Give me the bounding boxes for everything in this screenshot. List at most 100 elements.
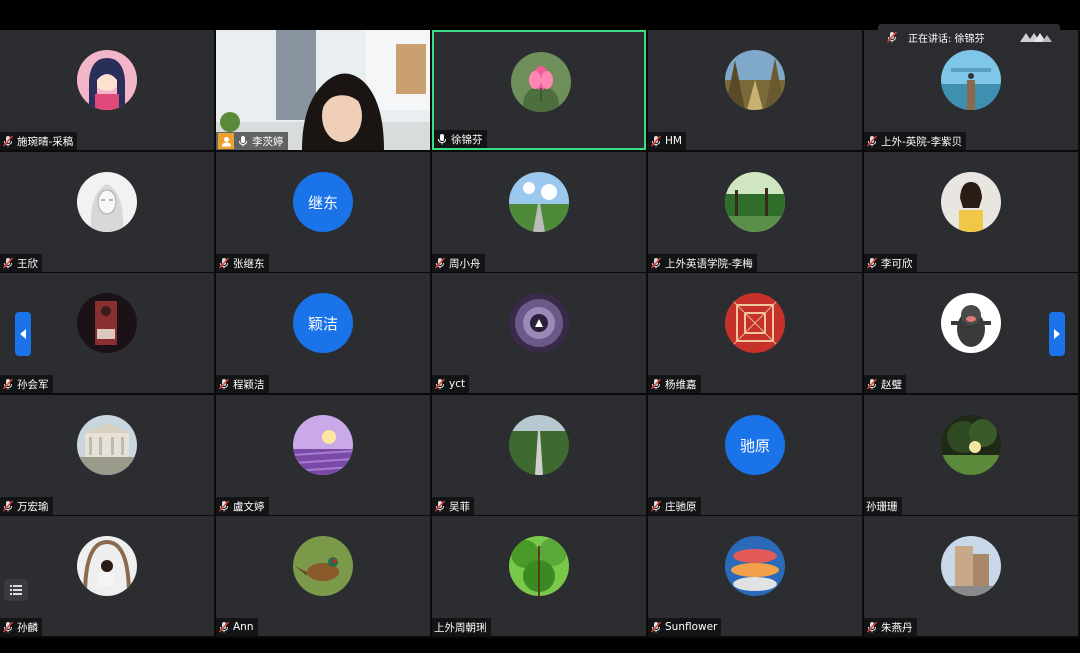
participant-tile[interactable]: 上外周朝琍: [432, 516, 646, 636]
avatar: [941, 536, 1001, 596]
name-tag: 张继东: [216, 254, 269, 272]
participant-name: 万宏瑜: [17, 500, 49, 513]
participant-tile[interactable]: 上外英语学院-李梅: [648, 152, 862, 272]
participant-name: 李可欣: [881, 257, 913, 270]
participant-name: HM: [665, 135, 682, 147]
participant-tile[interactable]: 朱燕丹: [864, 516, 1078, 636]
avatar: [77, 415, 137, 475]
participant-tile[interactable]: Sunflower: [648, 516, 862, 636]
avatar: [511, 52, 571, 112]
participant-name: 孙麟: [17, 621, 38, 634]
participant-name: 赵璧: [881, 378, 902, 391]
chevron-left-icon: [20, 329, 26, 339]
mic-icon: [436, 133, 448, 145]
mic-muted-icon: [650, 378, 662, 390]
name-tag: 李可欣: [864, 254, 917, 272]
participant-name: yct: [449, 378, 466, 390]
participant-tile[interactable]: 李茨婷: [216, 30, 430, 150]
participant-tile[interactable]: 周小舟: [432, 152, 646, 272]
participant-tile[interactable]: 驰原庄驰原: [648, 395, 862, 515]
participant-name: 庄驰原: [665, 500, 697, 513]
participant-tile[interactable]: 孙珊珊: [864, 395, 1078, 515]
participant-tile[interactable]: 杨维嘉: [648, 273, 862, 393]
participant-name: 王欣: [17, 257, 38, 270]
participant-name: 张继东: [233, 257, 265, 270]
name-tag: 吴菲: [432, 497, 474, 515]
prev-page-button[interactable]: [15, 312, 31, 356]
mic-muted-icon: [866, 135, 878, 147]
participant-name: 上外周朝琍: [434, 621, 487, 634]
bottom-bar: [0, 638, 1080, 653]
avatar: [941, 415, 1001, 475]
participant-tile[interactable]: yct: [432, 273, 646, 393]
mic-muted-icon: [866, 378, 878, 390]
participant-tile[interactable]: Ann: [216, 516, 430, 636]
mic-muted-icon: [218, 621, 230, 633]
avatar: [77, 536, 137, 596]
participant-name: 上外英语学院-李梅: [665, 257, 753, 270]
participant-tile[interactable]: 颖洁程颖洁: [216, 273, 430, 393]
participant-name: 施琬晴-采稿: [17, 135, 74, 148]
participant-tile[interactable]: 继东 张继东: [216, 152, 430, 272]
name-tag: 孙麟: [0, 618, 42, 636]
participant-tile[interactable]: HM: [648, 30, 862, 150]
participant-tile[interactable]: 盧文婷: [216, 395, 430, 515]
participant-tile[interactable]: 李可欣: [864, 152, 1078, 272]
avatar: [509, 415, 569, 475]
mic-muted-icon: [218, 378, 230, 390]
avatar: [725, 172, 785, 232]
participant-name: 周小舟: [449, 257, 481, 270]
avatar: [509, 172, 569, 232]
mic-muted-icon: [218, 257, 230, 269]
mic-muted-icon: [434, 500, 446, 512]
list-icon: [10, 585, 22, 595]
mic-muted-icon: [2, 135, 14, 147]
name-tag: 上外周朝琍: [432, 618, 491, 636]
participant-tile[interactable]: 施琬晴-采稿: [0, 30, 214, 150]
avatar-initials: 颖洁: [293, 293, 353, 353]
participant-grid: 施琬晴-采稿 李茨婷 徐锦芬 HM 上外-英院-李紫贝 王欣 继东 张继东 周小舟 上外英语学院-…: [0, 30, 1080, 638]
mic-muted-icon: [2, 500, 14, 512]
participant-tile[interactable]: 王欣: [0, 152, 214, 272]
list-view-button[interactable]: [4, 579, 28, 601]
speaking-label: 正在讲话: 徐锦芬: [908, 33, 985, 45]
mic-icon: [237, 135, 249, 147]
mic-muted-icon: [650, 621, 662, 633]
name-tag: Ann: [216, 618, 258, 636]
speaking-indicator: 正在讲话: 徐锦芬: [878, 24, 1060, 50]
mic-muted-icon: [2, 621, 14, 633]
avatar: [941, 50, 1001, 110]
participant-tile[interactable]: 赵璧: [864, 273, 1078, 393]
mic-muted-icon: [650, 257, 662, 269]
avatar: [941, 293, 1001, 353]
avatar: [77, 50, 137, 110]
participant-tile[interactable]: 吴菲: [432, 395, 646, 515]
logo-icon: [1020, 33, 1052, 42]
avatar: [725, 293, 785, 353]
participant-tile[interactable]: 万宏瑜: [0, 395, 214, 515]
participant-name: 盧文婷: [233, 500, 265, 513]
avatar: [293, 415, 353, 475]
name-tag: 程颖洁: [216, 375, 269, 393]
name-tag: 王欣: [0, 254, 42, 272]
name-tag: 杨维嘉: [648, 375, 701, 393]
participant-name: 吴菲: [449, 500, 470, 513]
meeting-window: 施琬晴-采稿 李茨婷 徐锦芬 HM 上外-英院-李紫贝 王欣 继东 张继东 周小舟 上外英语学院-…: [0, 0, 1080, 653]
participant-name: 杨维嘉: [665, 378, 697, 391]
mic-muted-icon: [434, 257, 446, 269]
participant-tile[interactable]: 孙会军: [0, 273, 214, 393]
name-tag: yct: [432, 375, 470, 393]
participant-tile[interactable]: 徐锦芬: [432, 30, 646, 150]
name-tag: 孙会军: [0, 375, 53, 393]
participant-name: Sunflower: [665, 621, 718, 633]
avatar: [77, 293, 137, 353]
name-tag: 周小舟: [432, 254, 485, 272]
name-tag: 万宏瑜: [0, 497, 53, 515]
avatar: [725, 536, 785, 596]
name-tag: 李茨婷: [216, 132, 288, 150]
next-page-button[interactable]: [1049, 312, 1065, 356]
mic-muted-icon: [2, 378, 14, 390]
participant-name: 孙珊珊: [866, 500, 898, 513]
participant-tile[interactable]: 孙麟: [0, 516, 214, 636]
avatar-initials: 驰原: [725, 415, 785, 475]
